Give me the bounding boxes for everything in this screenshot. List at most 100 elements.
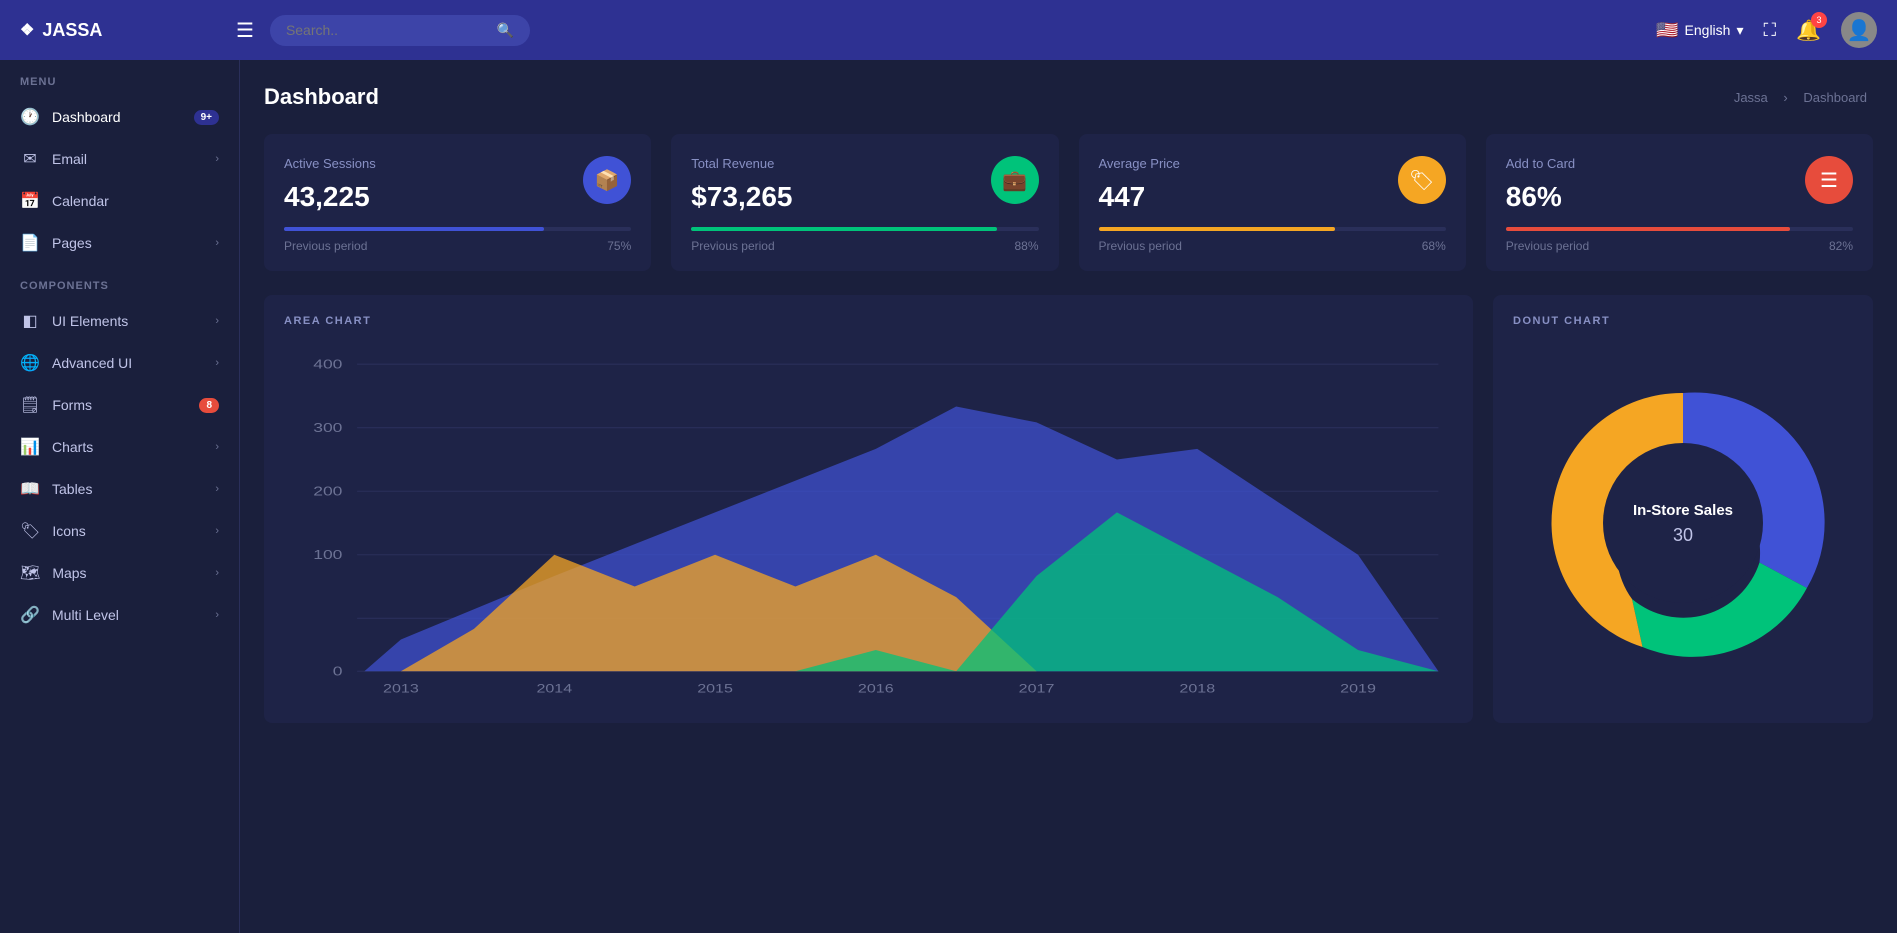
average-price-fill	[1099, 227, 1335, 231]
donut-chart-svg: In-Store Sales 30	[1523, 363, 1843, 683]
active-sessions-footer-value: 75%	[607, 239, 631, 253]
svg-text:0: 0	[333, 665, 343, 679]
breadcrumb-current: Dashboard	[1803, 90, 1867, 105]
sidebar-item-maps[interactable]: 🗺 Maps ›	[0, 552, 239, 594]
sidebar-item-icons[interactable]: 🏷 Icons ›	[0, 510, 239, 552]
sidebar-item-tables[interactable]: 📖 Tables ›	[0, 468, 239, 510]
average-price-icon: 🏷	[1398, 156, 1446, 204]
stat-card-info: Active Sessions 43,225	[284, 156, 376, 213]
brand-icon: ❖	[20, 20, 34, 40]
fullscreen-button[interactable]: ⛶	[1763, 20, 1776, 41]
chevron-right-icon-multi: ›	[215, 609, 219, 621]
active-sessions-fill	[284, 227, 544, 231]
active-sessions-icon: 📦	[583, 156, 631, 204]
sidebar-item-dashboard[interactable]: 🕐 Dashboard 9+	[0, 96, 239, 138]
sidebar-item-email[interactable]: ✉ Email ›	[0, 138, 239, 180]
sidebar-item-calendar[interactable]: 📅 Calendar	[0, 180, 239, 222]
search-input[interactable]	[286, 22, 489, 38]
sidebar-calendar-label: Calendar	[52, 193, 219, 209]
notification-button[interactable]: 🔔 3	[1796, 18, 1821, 43]
sidebar-tables-label: Tables	[52, 481, 203, 497]
chevron-right-icon-icons: ›	[215, 525, 219, 537]
stat-card-add-info: Add to Card 86%	[1506, 156, 1575, 213]
sidebar-maps-label: Maps	[52, 565, 203, 581]
breadcrumb-home[interactable]: Jassa	[1734, 90, 1768, 105]
tables-icon: 📖	[20, 479, 40, 499]
svg-text:2015: 2015	[697, 682, 733, 695]
sidebar-item-ui-elements[interactable]: ◧ UI Elements ›	[0, 300, 239, 342]
stat-card-total-revenue: Total Revenue $73,265 💼 Previous period …	[671, 134, 1058, 271]
add-to-card-footer-value: 82%	[1829, 239, 1853, 253]
sidebar: MENU 🕐 Dashboard 9+ ✉ Email › 📅 Calendar…	[0, 60, 240, 933]
main-layout: MENU 🕐 Dashboard 9+ ✉ Email › 📅 Calendar…	[0, 60, 1897, 933]
stat-card-add-header: Add to Card 86% ☰	[1506, 156, 1853, 213]
sidebar-item-pages[interactable]: 📄 Pages ›	[0, 222, 239, 264]
sidebar-advanced-label: Advanced UI	[52, 355, 203, 371]
donut-chart-card: DONUT CHART	[1493, 295, 1873, 723]
add-to-card-footer: Previous period 82%	[1506, 239, 1853, 253]
chevron-down-icon: ▾	[1736, 22, 1743, 39]
active-sessions-footer: Previous period 75%	[284, 239, 631, 253]
language-label: English	[1685, 22, 1731, 38]
average-price-title: Average Price	[1099, 156, 1180, 171]
stat-card-active-sessions: Active Sessions 43,225 📦 Previous period…	[264, 134, 651, 271]
svg-text:2019: 2019	[1340, 682, 1376, 695]
svg-text:2013: 2013	[383, 682, 419, 695]
stat-card-price-info: Average Price 447	[1099, 156, 1180, 213]
area-chart-title: AREA CHART	[284, 315, 1453, 327]
total-revenue-title: Total Revenue	[691, 156, 792, 171]
active-sessions-footer-label: Previous period	[284, 239, 367, 253]
active-sessions-track	[284, 227, 631, 231]
breadcrumb: Jassa › Dashboard	[1728, 90, 1873, 105]
total-revenue-fill	[691, 227, 997, 231]
ui-elements-icon: ◧	[20, 311, 40, 331]
icons-icon: 🏷	[20, 521, 40, 541]
sidebar-pages-label: Pages	[52, 235, 203, 251]
stat-card-header: Active Sessions 43,225 📦	[284, 156, 631, 213]
topnav: ❖ JASSA ☰ 🔍 🇺🇸 English ▾ ⛶ 🔔 3 👤	[0, 0, 1897, 60]
dashboard-badge: 9+	[194, 110, 219, 125]
sidebar-icons-label: Icons	[52, 523, 203, 539]
area-chart-svg: 400 300 200 100 0 2013 2014 2015 2016 20…	[284, 343, 1453, 703]
average-price-value: 447	[1099, 181, 1180, 213]
svg-text:300: 300	[313, 421, 342, 435]
forms-badge: 8	[199, 398, 219, 413]
sidebar-item-charts[interactable]: 📊 Charts ›	[0, 426, 239, 468]
sidebar-multilevel-label: Multi Level	[52, 607, 203, 623]
sidebar-charts-label: Charts	[52, 439, 203, 455]
calendar-icon: 📅	[20, 191, 40, 211]
donut-container: In-Store Sales 30	[1513, 343, 1853, 703]
chevron-right-icon: ›	[215, 153, 219, 165]
average-price-footer-label: Previous period	[1099, 239, 1182, 253]
sidebar-item-advanced-ui[interactable]: 🌐 Advanced UI ›	[0, 342, 239, 384]
nav-right: 🇺🇸 English ▾ ⛶ 🔔 3 👤	[1656, 12, 1877, 48]
language-selector[interactable]: 🇺🇸 English ▾	[1656, 20, 1743, 41]
hamburger-button[interactable]: ☰	[236, 18, 254, 43]
add-to-card-footer-label: Previous period	[1506, 239, 1589, 253]
sidebar-item-forms[interactable]: 🗒 Forms 8	[0, 384, 239, 426]
total-revenue-value: $73,265	[691, 181, 792, 213]
pages-icon: 📄	[20, 233, 40, 253]
charts-row: AREA CHART 400 300 200 100	[264, 295, 1873, 723]
sidebar-email-label: Email	[52, 151, 203, 167]
sidebar-item-multilevel[interactable]: 🔗 Multi Level ›	[0, 594, 239, 636]
avatar[interactable]: 👤	[1841, 12, 1877, 48]
add-to-card-track	[1506, 227, 1853, 231]
donut-chart-title: DONUT CHART	[1513, 315, 1853, 327]
search-bar: 🔍	[270, 15, 530, 46]
svg-text:2016: 2016	[858, 682, 894, 695]
page-header: Dashboard Jassa › Dashboard	[264, 84, 1873, 110]
email-icon: ✉	[20, 149, 40, 169]
chevron-right-icon-ui: ›	[215, 315, 219, 327]
total-revenue-track	[691, 227, 1038, 231]
svg-text:In-Store Sales: In-Store Sales	[1633, 502, 1733, 519]
chevron-right-icon-tables: ›	[215, 483, 219, 495]
advanced-ui-icon: 🌐	[20, 353, 40, 373]
sidebar-menu-label: MENU	[0, 60, 239, 96]
svg-text:200: 200	[313, 485, 342, 499]
total-revenue-footer-label: Previous period	[691, 239, 774, 253]
average-price-footer-value: 68%	[1422, 239, 1446, 253]
svg-text:2018: 2018	[1179, 682, 1215, 695]
main-content: Dashboard Jassa › Dashboard Active Sessi…	[240, 60, 1897, 933]
add-to-card-icon: ☰	[1805, 156, 1853, 204]
